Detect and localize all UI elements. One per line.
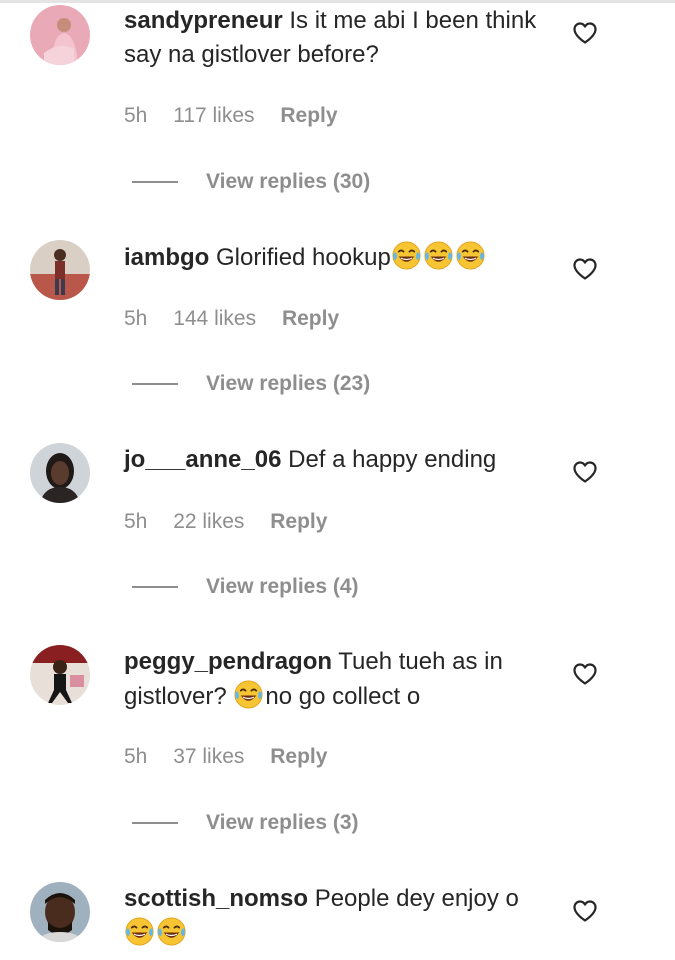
view-replies-button[interactable]: View replies (3) (132, 811, 359, 835)
comment-time: 5h (124, 104, 148, 127)
comment-time: 5h (124, 307, 148, 330)
view-replies-button[interactable]: View replies (4) (132, 575, 359, 599)
view-replies-label: View replies (3) (206, 811, 359, 834)
heart-outline-icon[interactable] (572, 662, 598, 686)
view-replies-label: View replies (23) (206, 372, 371, 395)
avatar[interactable] (30, 882, 90, 942)
comment-likes[interactable]: 37 likes (173, 745, 244, 768)
laughing-emoji-icon (124, 916, 155, 947)
top-divider (0, 0, 675, 3)
comment-username[interactable]: jo___anne_06 (124, 446, 281, 473)
heart-outline-icon[interactable] (572, 257, 598, 281)
view-replies-button[interactable]: View replies (30) (132, 170, 370, 194)
comment-likes[interactable]: 117 likes (173, 104, 254, 127)
avatar[interactable] (30, 645, 90, 705)
comment-username[interactable]: scottish_nomso (124, 885, 308, 912)
avatar[interactable] (30, 443, 90, 503)
comment-time: 5h (124, 510, 148, 533)
replies-dash (132, 383, 178, 386)
laughing-emoji-icon (391, 240, 422, 271)
reply-button[interactable]: Reply (280, 104, 337, 127)
laughing-emoji-icon (455, 240, 486, 271)
reply-button[interactable]: Reply (282, 307, 339, 330)
comment-text: sandypreneur Is it me abi I been think s… (124, 4, 544, 72)
comment-likes[interactable]: 144 likes (173, 307, 256, 330)
replies-dash (132, 586, 178, 589)
heart-outline-icon[interactable] (572, 899, 598, 923)
comment-text: iambgo Glorified hookup (124, 240, 544, 275)
comment-body: Glorified hookup (216, 244, 391, 271)
avatar[interactable] (30, 240, 90, 300)
view-replies-label: View replies (4) (206, 575, 359, 598)
laughing-emoji-icon (156, 916, 187, 947)
replies-dash (132, 181, 178, 184)
comment-username[interactable]: iambgo (124, 244, 209, 271)
heart-outline-icon[interactable] (572, 460, 598, 484)
comment-body: Def a happy ending (288, 446, 497, 473)
comment-body: People dey enjoy o (314, 885, 519, 912)
reply-button[interactable]: Reply (270, 745, 327, 768)
comment-text: peggy_pendragon Tueh tueh as in gistlove… (124, 645, 544, 714)
comment-meta: 5h 117 likes Reply (124, 104, 358, 128)
avatar[interactable] (30, 5, 90, 65)
laughing-emoji-icon (233, 679, 264, 710)
laughing-emoji-icon (423, 240, 454, 271)
comment-likes[interactable]: 22 likes (173, 510, 244, 533)
comment-meta: 5h 144 likes Reply (124, 307, 359, 331)
comment-username[interactable]: peggy_pendragon (124, 648, 332, 675)
comment-meta: 5h 37 likes Reply (124, 745, 347, 769)
view-replies-button[interactable]: View replies (23) (132, 372, 370, 396)
comment-text: scottish_nomso People dey enjoy o (124, 882, 544, 951)
comment-username[interactable]: sandypreneur (124, 7, 283, 34)
comment-text: jo___anne_06 Def a happy ending (124, 443, 544, 477)
reply-button[interactable]: Reply (270, 510, 327, 533)
heart-outline-icon[interactable] (572, 21, 598, 45)
comment-time: 5h (124, 745, 148, 768)
comment-body-continued: no go collect o (265, 683, 421, 710)
comment-meta: 5h 22 likes Reply (124, 510, 347, 534)
view-replies-label: View replies (30) (206, 170, 371, 193)
replies-dash (132, 822, 178, 825)
